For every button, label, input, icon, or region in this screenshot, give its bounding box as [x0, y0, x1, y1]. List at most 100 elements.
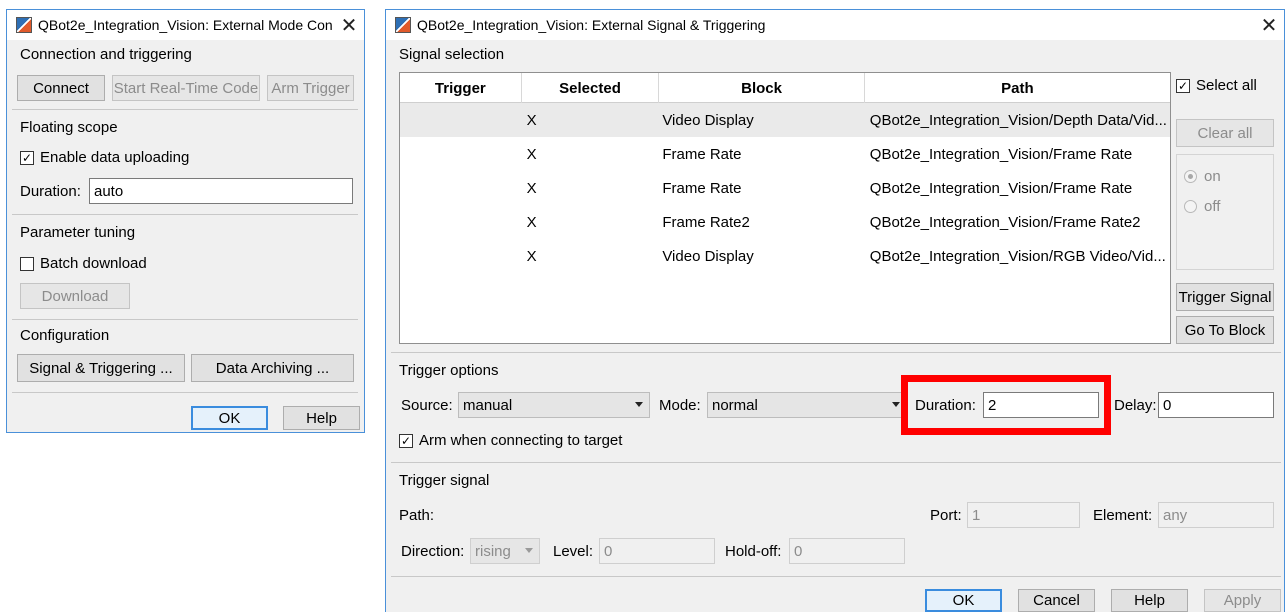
selected-cell[interactable]: X [522, 205, 660, 239]
radio-selected-icon[interactable] [1184, 170, 1197, 183]
select-all-checkbox[interactable]: ✓ Select all [1176, 77, 1257, 94]
duration-label: Duration: [20, 183, 81, 200]
close-icon[interactable]: ✕ [1254, 13, 1284, 38]
hold-off-input[interactable]: 0 [789, 538, 905, 564]
duration-input[interactable]: auto [89, 178, 353, 204]
block-cell: Frame Rate2 [662, 213, 750, 231]
arm-when-connecting-checkbox[interactable]: ✓ Arm when connecting to target [399, 432, 622, 449]
source-dropdown[interactable]: manual [458, 392, 650, 418]
element-input[interactable]: any [1158, 502, 1274, 528]
trigger-cell[interactable] [400, 205, 522, 239]
batch-download-checkbox[interactable]: Batch download [20, 255, 147, 272]
selected-cell[interactable]: X [522, 103, 660, 137]
download-button[interactable]: Download [20, 283, 130, 309]
section-divider [391, 576, 1281, 577]
hold-off-label: Hold-off: [725, 543, 782, 560]
checkbox-checked-icon[interactable]: ✓ [399, 433, 413, 448]
source-label: Source: [401, 397, 453, 414]
trigger-cell[interactable] [400, 103, 522, 137]
apply-button[interactable]: Apply [1204, 589, 1281, 612]
duration-highlight-box [901, 375, 1111, 435]
floating-scope-section-label: Floating scope [20, 119, 118, 136]
signal-triggering-button[interactable]: Signal & Triggering ... [17, 354, 185, 382]
radio-off[interactable]: off [1184, 198, 1220, 215]
chevron-down-icon[interactable] [892, 402, 900, 407]
mode-dropdown[interactable]: normal [707, 392, 907, 418]
cancel-button[interactable]: Cancel [1018, 589, 1095, 612]
trigger-cell[interactable] [400, 171, 522, 205]
path-cell: QBot2e_Integration_Vision/RGB Video/Vid.… [869, 247, 1166, 265]
path-cell: QBot2e_Integration_Vision/Depth Data/Vid… [869, 111, 1167, 129]
signal-selection-section-label: Signal selection [399, 46, 505, 63]
close-icon[interactable]: ✕ [334, 13, 364, 38]
column-header-path[interactable]: Path [865, 73, 1170, 103]
parameter-tuning-section-label: Parameter tuning [20, 224, 136, 241]
window-title: QBot2e_Integration_Vision: External Sign… [417, 17, 766, 33]
path-cell: QBot2e_Integration_Vision/Frame Rate [869, 145, 1133, 163]
checkbox-checked-icon[interactable]: ✓ [20, 150, 34, 165]
block-cell: Frame Rate [662, 145, 742, 163]
section-divider [12, 109, 358, 110]
trigger-cell[interactable] [400, 239, 522, 273]
level-input[interactable]: 0 [599, 538, 715, 564]
section-divider [12, 319, 358, 320]
port-input[interactable]: 1 [967, 502, 1080, 528]
table-row[interactable]: X Frame Rate2 QBot2e_Integration_Vision/… [400, 205, 1170, 239]
help-button[interactable]: Help [283, 406, 360, 430]
start-real-time-code-button[interactable]: Start Real-Time Code [112, 75, 260, 101]
section-divider [391, 352, 1281, 353]
radio-off-label: off [1204, 198, 1221, 215]
go-to-block-button[interactable]: Go To Block [1176, 316, 1274, 344]
ok-button[interactable]: OK [925, 589, 1002, 612]
source-value: manual [463, 396, 513, 414]
table-row[interactable]: X Video Display QBot2e_Integration_Visio… [400, 103, 1170, 137]
window-title: QBot2e_Integration_Vision: External Mode… [38, 17, 334, 33]
trigger-cell[interactable] [400, 137, 522, 171]
section-divider [12, 392, 358, 393]
checkbox-unchecked-icon[interactable] [20, 256, 34, 271]
selected-cell[interactable]: X [522, 239, 660, 273]
checkbox-checked-icon[interactable]: ✓ [1176, 78, 1190, 93]
select-all-label: Select all [1196, 77, 1257, 94]
signal-table[interactable]: Trigger Selected Block Path X Video Disp… [399, 72, 1171, 344]
column-header-trigger[interactable]: Trigger [400, 73, 522, 103]
title-bar[interactable]: QBot2e_Integration_Vision: External Sign… [386, 10, 1284, 40]
block-cell: Video Display [662, 111, 754, 129]
selected-cell[interactable]: X [522, 171, 660, 205]
section-divider [391, 462, 1281, 463]
table-header: Trigger Selected Block Path [400, 73, 1170, 103]
radio-on[interactable]: on [1184, 168, 1221, 185]
configuration-section-label: Configuration [20, 327, 110, 344]
trigger-signal-section-label: Trigger signal [399, 472, 490, 489]
radio-unselected-icon[interactable] [1184, 200, 1197, 213]
enable-data-uploading-checkbox[interactable]: ✓ Enable data uploading [20, 149, 189, 166]
selected-cell[interactable]: X [522, 137, 660, 171]
delay-input[interactable]: 0 [1158, 392, 1274, 418]
mode-label: Mode: [659, 397, 701, 414]
table-row[interactable]: X Frame Rate QBot2e_Integration_Vision/F… [400, 137, 1170, 171]
table-row[interactable]: X Frame Rate QBot2e_Integration_Vision/F… [400, 171, 1170, 205]
clear-all-button[interactable]: Clear all [1176, 119, 1274, 147]
port-label: Port: [930, 507, 962, 524]
ok-button[interactable]: OK [191, 406, 268, 430]
simulink-app-icon [395, 17, 411, 33]
arm-trigger-button[interactable]: Arm Trigger [267, 75, 354, 101]
trigger-signal-button[interactable]: Trigger Signal [1176, 283, 1274, 311]
element-label: Element: [1093, 507, 1153, 524]
section-divider [12, 214, 358, 215]
simulink-app-icon [16, 17, 32, 33]
level-label: Level: [553, 543, 594, 560]
direction-dropdown[interactable]: rising [470, 538, 540, 564]
chevron-down-icon[interactable] [635, 402, 643, 407]
title-bar[interactable]: QBot2e_Integration_Vision: External Mode… [7, 10, 364, 40]
column-header-selected[interactable]: Selected [522, 73, 660, 103]
mode-value: normal [712, 396, 758, 414]
column-header-block[interactable]: Block [659, 73, 865, 103]
connect-button[interactable]: Connect [17, 75, 105, 101]
table-row[interactable]: X Video Display QBot2e_Integration_Visio… [400, 239, 1170, 273]
path-cell: QBot2e_Integration_Vision/Frame Rate [869, 179, 1133, 197]
chevron-down-icon[interactable] [525, 548, 533, 553]
help-button[interactable]: Help [1111, 589, 1188, 612]
data-archiving-button[interactable]: Data Archiving ... [191, 354, 354, 382]
radio-on-label: on [1204, 168, 1221, 185]
